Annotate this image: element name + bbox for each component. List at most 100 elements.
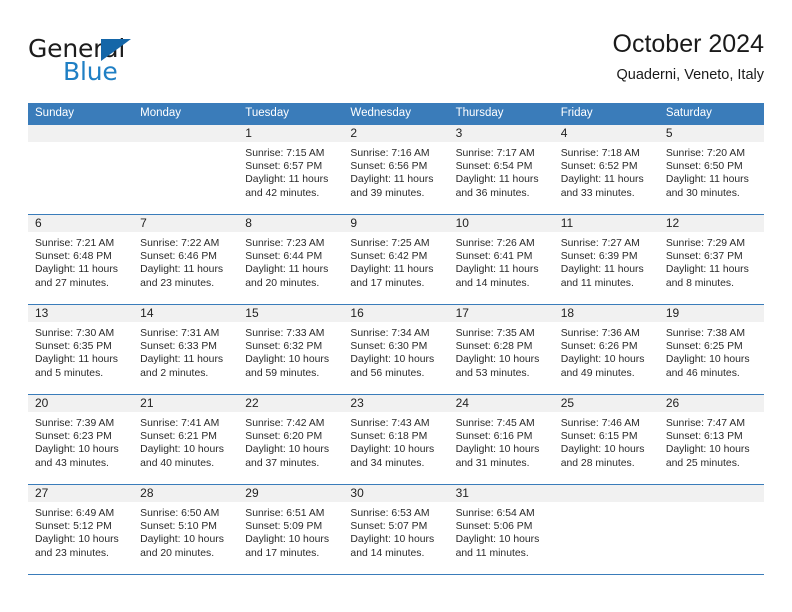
daylight-text-line2: and 43 minutes. [35, 457, 109, 469]
sunset-text: Sunset: 6:44 PM [245, 251, 323, 263]
calendar-day-cell[interactable]: 31 Sunrise: 6:54 AM Sunset: 5:06 PM Dayligh… [448, 484, 554, 575]
day-cell-inner: 29 Sunrise: 6:51 AM Sunset: 5:09 PM Dayligh… [238, 485, 344, 574]
day-cell-details: Sunrise: 7:34 AM Sunset: 6:30 PM Daylight:… [343, 322, 448, 380]
calendar-day-cell[interactable]: 10 Sunrise: 7:26 AM Sunset: 6:41 PM Dayligh… [448, 214, 554, 305]
day-number: 5 [658, 125, 764, 142]
calendar-day-cell[interactable]: 16 Sunrise: 7:34 AM Sunset: 6:30 PM Dayligh… [343, 304, 449, 395]
dow-friday: Friday [553, 103, 659, 125]
calendar-empty-cell [553, 484, 659, 575]
sunset-text: Sunset: 6:16 PM [455, 431, 533, 443]
sunrise-text: Sunrise: 6:54 AM [455, 508, 535, 519]
day-cell-details: Sunrise: 7:18 AM Sunset: 6:52 PM Daylight:… [554, 142, 659, 200]
sunrise-text: Sunrise: 7:30 AM [35, 328, 115, 339]
daylight-text-line2: and 40 minutes. [140, 457, 215, 469]
calendar-day-cell[interactable]: 12 Sunrise: 7:29 AM Sunset: 6:37 PM Dayligh… [658, 214, 764, 305]
calendar-day-cell[interactable]: 2 Sunrise: 7:16 AM Sunset: 6:56 PM Daylight… [343, 124, 449, 215]
calendar-day-cell[interactable]: 14 Sunrise: 7:31 AM Sunset: 6:33 PM Dayligh… [133, 304, 239, 395]
calendar-day-cell[interactable]: 6 Sunrise: 7:21 AM Sunset: 6:48 PM Daylight… [28, 214, 134, 305]
day-cell-details: Sunrise: 7:25 AM Sunset: 6:42 PM Daylight:… [343, 232, 448, 290]
day-cell-details: Sunrise: 6:53 AM Sunset: 5:07 PM Daylight:… [343, 502, 448, 560]
calendar-day-cell[interactable]: 9 Sunrise: 7:25 AM Sunset: 6:42 PM Daylight… [343, 214, 449, 305]
day-cell-inner: 21 Sunrise: 7:41 AM Sunset: 6:21 PM Dayligh… [133, 395, 239, 484]
daylight-text-line2: and 27 minutes. [35, 277, 109, 289]
calendar-day-cell[interactable]: 21 Sunrise: 7:41 AM Sunset: 6:21 PM Dayligh… [133, 394, 239, 485]
day-number [658, 485, 764, 502]
sunrise-text: Sunrise: 7:47 AM [665, 418, 745, 429]
daylight-text-line2: and 20 minutes. [140, 547, 215, 559]
calendar-day-cell[interactable]: 13 Sunrise: 7:30 AM Sunset: 6:35 PM Dayligh… [28, 304, 134, 395]
day-cell-details: Sunrise: 7:15 AM Sunset: 6:57 PM Daylight:… [238, 142, 343, 200]
sunrise-text: Sunrise: 6:53 AM [350, 508, 430, 519]
brand-logo[interactable]: General Blue [28, 34, 248, 90]
calendar-day-cell[interactable]: 15 Sunrise: 7:33 AM Sunset: 6:32 PM Dayligh… [238, 304, 344, 395]
daylight-text-line1: Daylight: 11 hours [455, 174, 539, 186]
calendar-week-row: 27 Sunrise: 6:49 AM Sunset: 5:12 PM Dayligh… [28, 484, 764, 575]
calendar-day-cell[interactable]: 23 Sunrise: 7:43 AM Sunset: 6:18 PM Dayligh… [343, 394, 449, 485]
daylight-text-line1: Daylight: 10 hours [140, 444, 224, 456]
daylight-text-line2: and 20 minutes. [245, 277, 320, 289]
daylight-text-line2: and 46 minutes. [665, 367, 740, 379]
calendar-day-cell[interactable]: 17 Sunrise: 7:35 AM Sunset: 6:28 PM Dayligh… [448, 304, 554, 395]
calendar-day-cell[interactable]: 5 Sunrise: 7:20 AM Sunset: 6:50 PM Daylight… [658, 124, 764, 215]
calendar-week-row: 1 Sunrise: 7:15 AM Sunset: 6:57 PM Daylight… [28, 124, 764, 215]
calendar-day-cell[interactable]: 3 Sunrise: 7:17 AM Sunset: 6:54 PM Daylight… [448, 124, 554, 215]
day-cell-details: Sunrise: 6:51 AM Sunset: 5:09 PM Daylight:… [238, 502, 343, 560]
day-cell-inner: 26 Sunrise: 7:47 AM Sunset: 6:13 PM Dayligh… [658, 395, 764, 484]
daylight-text-line1: Daylight: 11 hours [35, 354, 118, 366]
day-number: 29 [238, 485, 344, 502]
calendar-day-cell[interactable]: 30 Sunrise: 6:53 AM Sunset: 5:07 PM Dayligh… [343, 484, 449, 575]
daylight-text-line1: Daylight: 11 hours [665, 174, 749, 186]
day-cell-details: Sunrise: 7:41 AM Sunset: 6:21 PM Daylight:… [133, 412, 238, 470]
calendar-day-cell[interactable]: 4 Sunrise: 7:18 AM Sunset: 6:52 PM Daylight… [553, 124, 659, 215]
calendar-day-cell[interactable]: 26 Sunrise: 7:47 AM Sunset: 6:13 PM Dayligh… [658, 394, 764, 485]
daylight-text-line2: and 5 minutes. [35, 367, 104, 379]
sunset-text: Sunset: 6:26 PM [560, 341, 638, 353]
sunset-text: Sunset: 6:30 PM [350, 341, 428, 353]
daylight-text-line1: Daylight: 10 hours [245, 444, 330, 456]
calendar-day-cell[interactable]: 28 Sunrise: 6:50 AM Sunset: 5:10 PM Dayligh… [133, 484, 239, 575]
page-header: General Blue October 2024 Quaderni, Vene… [28, 28, 764, 96]
daylight-text-line1: Daylight: 10 hours [140, 534, 224, 546]
sunrise-text: Sunrise: 6:51 AM [245, 508, 325, 519]
daylight-text-line2: and 37 minutes. [245, 457, 320, 469]
calendar-day-cell[interactable]: 25 Sunrise: 7:46 AM Sunset: 6:15 PM Dayligh… [553, 394, 659, 485]
calendar-page: General Blue October 2024 Quaderni, Vene… [0, 0, 792, 612]
calendar-week-row: 13 Sunrise: 7:30 AM Sunset: 6:35 PM Dayligh… [28, 304, 764, 395]
sunrise-text: Sunrise: 7:16 AM [350, 148, 430, 159]
day-number: 16 [343, 305, 449, 322]
calendar-day-cell[interactable]: 7 Sunrise: 7:22 AM Sunset: 6:46 PM Daylight… [133, 214, 239, 305]
calendar-day-cell[interactable]: 29 Sunrise: 6:51 AM Sunset: 5:09 PM Dayligh… [238, 484, 344, 575]
daylight-text-line2: and 17 minutes. [350, 277, 425, 289]
dow-wednesday: Wednesday [343, 103, 449, 125]
daylight-text-line1: Daylight: 11 hours [560, 174, 644, 186]
day-cell-details: Sunrise: 7:23 AM Sunset: 6:44 PM Daylight:… [238, 232, 343, 290]
daylight-text-line1: Daylight: 11 hours [350, 264, 434, 276]
day-cell-details [659, 502, 764, 507]
sunset-text: Sunset: 6:23 PM [35, 431, 112, 443]
page-title: October 2024 [612, 30, 765, 58]
sunrise-text: Sunrise: 6:50 AM [140, 508, 220, 519]
sunrise-text: Sunrise: 7:41 AM [140, 418, 220, 429]
daylight-text-line2: and 56 minutes. [350, 367, 425, 379]
calendar-day-cell[interactable]: 19 Sunrise: 7:38 AM Sunset: 6:25 PM Dayligh… [658, 304, 764, 395]
calendar-day-cell[interactable]: 27 Sunrise: 6:49 AM Sunset: 5:12 PM Dayligh… [28, 484, 134, 575]
sunset-text: Sunset: 6:41 PM [455, 251, 533, 263]
calendar-day-cell[interactable]: 1 Sunrise: 7:15 AM Sunset: 6:57 PM Daylight… [238, 124, 344, 215]
daylight-text-line2: and 49 minutes. [560, 367, 635, 379]
day-number: 1 [238, 125, 344, 142]
calendar-day-cell[interactable]: 8 Sunrise: 7:23 AM Sunset: 6:44 PM Daylight… [238, 214, 344, 305]
day-cell-details [133, 142, 238, 147]
calendar-day-cell[interactable]: 22 Sunrise: 7:42 AM Sunset: 6:20 PM Dayligh… [238, 394, 344, 485]
calendar-day-cell[interactable]: 18 Sunrise: 7:36 AM Sunset: 6:26 PM Dayligh… [553, 304, 659, 395]
day-number: 26 [658, 395, 764, 412]
calendar-day-cell[interactable]: 24 Sunrise: 7:45 AM Sunset: 6:16 PM Dayligh… [448, 394, 554, 485]
daylight-text-line1: Daylight: 11 hours [140, 354, 224, 366]
daylight-text-line1: Daylight: 10 hours [665, 444, 750, 456]
calendar-day-cell[interactable]: 20 Sunrise: 7:39 AM Sunset: 6:23 PM Dayligh… [28, 394, 134, 485]
sunrise-text: Sunrise: 7:27 AM [560, 238, 640, 249]
calendar-day-cell[interactable]: 11 Sunrise: 7:27 AM Sunset: 6:39 PM Dayligh… [553, 214, 659, 305]
day-number: 23 [343, 395, 449, 412]
day-cell-inner: 15 Sunrise: 7:33 AM Sunset: 6:32 PM Dayligh… [238, 305, 344, 394]
day-cell-details: Sunrise: 7:21 AM Sunset: 6:48 PM Daylight:… [28, 232, 133, 290]
sunrise-text: Sunrise: 7:42 AM [245, 418, 325, 429]
